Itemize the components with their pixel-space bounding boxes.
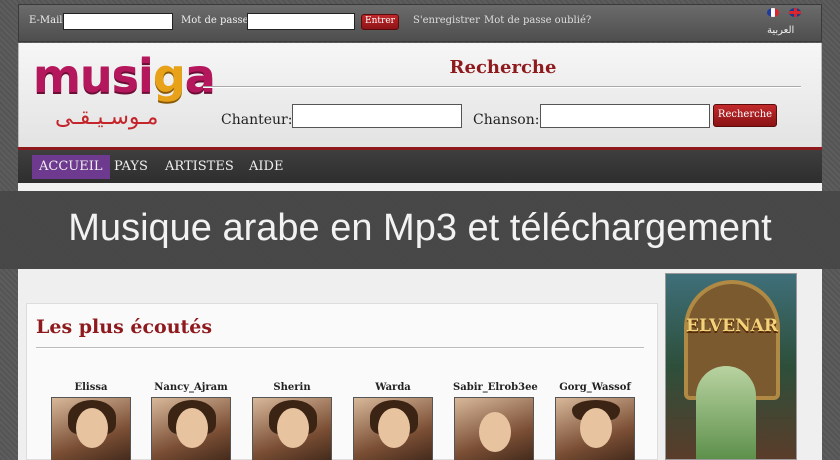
forgot-password-link[interactable]: Mot de passe oublié?	[484, 15, 591, 26]
artist-card[interactable]: Sherin	[251, 382, 333, 460]
most-listened-title: Les plus écoutés	[36, 316, 213, 338]
song-input[interactable]	[540, 104, 710, 128]
artist-photo[interactable]	[353, 397, 433, 460]
artist-card[interactable]: Elissa	[50, 382, 132, 460]
artist-card[interactable]: Nancy_Ajram	[150, 382, 232, 460]
ad-title: ELVENAR	[686, 316, 778, 336]
password-label: Mot de passe	[181, 15, 249, 26]
artist-name[interactable]: Nancy_Ajram	[150, 382, 232, 397]
email-input[interactable]	[63, 13, 173, 30]
search-divider	[203, 86, 801, 88]
nav-item-pays[interactable]: PAYS	[107, 155, 155, 179]
nav-item-artistes[interactable]: ARTISTES	[158, 155, 241, 179]
artist-name[interactable]: Sherin	[251, 382, 333, 397]
artist-name[interactable]: Warda	[352, 382, 434, 397]
artist-photo[interactable]	[454, 397, 534, 460]
banner-title: Musique arabe en Mp3 et téléchargement	[68, 207, 772, 249]
french-flag-icon[interactable]	[767, 8, 779, 17]
panel-divider	[36, 347, 644, 349]
main-nav: ACCUEIL PAYS ARTISTES AIDE	[18, 147, 822, 183]
artist-name[interactable]: Elissa	[50, 382, 132, 397]
site-logo[interactable]: musiga	[33, 49, 216, 103]
nav-item-aide[interactable]: AIDE	[242, 155, 290, 179]
uk-flag-icon[interactable]	[789, 8, 801, 17]
page-banner: Musique arabe en Mp3 et téléchargement	[0, 191, 840, 269]
artist-name[interactable]: Gorg_Wassof	[554, 382, 636, 397]
arabic-language-link[interactable]: العربية	[767, 25, 794, 36]
artist-card[interactable]: Sabir_Elrob3ee	[453, 382, 538, 460]
singer-label: Chanteur:	[221, 112, 293, 128]
enter-button[interactable]: Entrer	[361, 14, 399, 30]
logo-text-b: g	[152, 49, 186, 103]
nav-underline	[18, 183, 822, 191]
singer-input[interactable]	[292, 104, 462, 128]
logo-text-a: musi	[33, 49, 154, 103]
most-listened-panel: Les plus écoutés Elissa Nancy_Ajram Sher…	[26, 303, 658, 460]
login-bar: E-Mail Mot de passe Entrer S'enregistrer…	[18, 4, 822, 42]
email-label: E-Mail	[29, 15, 63, 26]
artist-photo[interactable]	[555, 397, 635, 460]
nav-item-accueil[interactable]: ACCUEIL	[32, 155, 110, 179]
artist-card[interactable]: Warda	[352, 382, 434, 460]
logo-arabic: مـوسـيـقـى	[55, 105, 159, 130]
site-header: musiga مـوسـيـقـى Recherche Chanteur: Ch…	[18, 43, 822, 147]
artist-name[interactable]: Sabir_Elrob3ee	[453, 382, 538, 397]
artist-photo[interactable]	[51, 397, 131, 460]
artist-photo[interactable]	[252, 397, 332, 460]
artist-card[interactable]: Gorg_Wassof	[554, 382, 636, 460]
ad-banner[interactable]: ELVENAR	[665, 273, 797, 460]
register-link[interactable]: S'enregistrer	[413, 15, 480, 26]
search-title: Recherche	[449, 57, 557, 78]
search-button[interactable]: Recherche	[713, 104, 777, 127]
song-label: Chanson:	[473, 112, 540, 128]
artist-photo[interactable]	[151, 397, 231, 460]
ad-elf-figure	[696, 366, 756, 459]
password-input[interactable]	[247, 13, 355, 30]
